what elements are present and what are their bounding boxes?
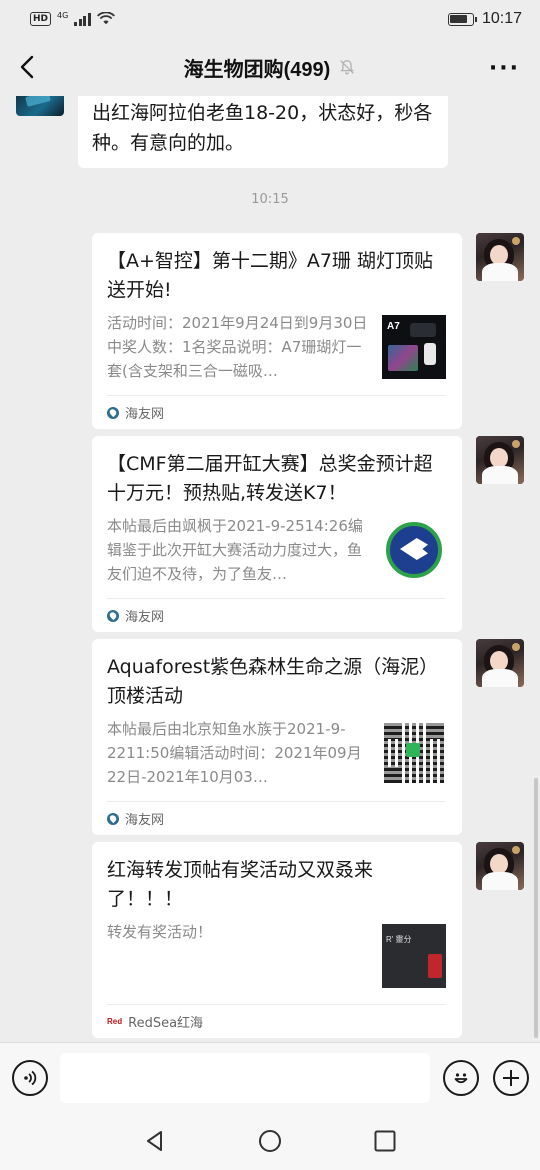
wifi-icon: [96, 12, 115, 25]
card-source: 海友网: [107, 801, 446, 835]
link-card-message[interactable]: 红海转发顶帖有奖活动又双叒来了！！！ 转发有奖活动！ R' 靈分 Red Red…: [92, 842, 462, 1038]
chat-scrollbar[interactable]: [534, 778, 538, 1038]
card-source-name: 海友网: [125, 407, 165, 422]
card-source: 海友网: [107, 598, 446, 632]
more-functions-button[interactable]: [493, 1060, 529, 1096]
sender-avatar[interactable]: [476, 842, 524, 890]
message-text-input[interactable]: [60, 1053, 430, 1103]
nav-recents-icon[interactable]: [373, 1129, 397, 1153]
card-title: 【CMF第二届开缸大赛】总奖金预计超十万元！预热贴,转发送K7！: [107, 453, 433, 504]
thumbnail-label: A7: [387, 321, 400, 332]
source-logo-icon: [107, 812, 119, 825]
source-logo-icon: [107, 609, 119, 622]
card-title: 红海转发顶帖有奖活动又双叒来了！！！: [107, 859, 374, 910]
mute-bell-icon: [340, 60, 355, 75]
voice-input-button[interactable]: [12, 1060, 48, 1096]
sender-avatar[interactable]: [476, 436, 524, 484]
nav-back-icon[interactable]: [143, 1129, 167, 1153]
redsea-logo-icon: Red: [107, 1017, 123, 1026]
card-title: 【A+智控】第十二期》A7珊 瑚灯顶贴送开始!: [107, 250, 434, 301]
nav-home-icon[interactable]: [258, 1129, 282, 1153]
hd-badge: HD: [30, 12, 52, 26]
status-time: 10:17: [481, 10, 522, 27]
message-input-bar: [0, 1042, 540, 1112]
link-card-message[interactable]: Aquaforest紫色森林生命之源（海泥）顶楼活动 本帖最后由北京知鱼水族于2…: [92, 639, 462, 835]
source-logo-icon: [107, 406, 119, 419]
card-thumbnail: A7: [382, 315, 446, 379]
card-description: 活动时间：2021年9月24日到9月30日中奖人数：1名奖品说明：A7珊瑚灯一套…: [107, 314, 368, 380]
thumbnail-label: R' 靈分: [386, 935, 412, 944]
battery-icon: [447, 12, 477, 26]
system-nav-bar: [0, 1112, 540, 1170]
card-description: 本帖最后由北京知鱼水族于2021-9-2211:50编辑活动时间：2021年09…: [107, 720, 362, 786]
network-type: 4G: [57, 10, 69, 20]
card-source-name: 海友网: [125, 610, 165, 625]
card-description: 转发有奖活动！: [107, 923, 213, 941]
card-source-name: RedSea红海: [128, 1016, 204, 1031]
time-separator: 10:15: [251, 192, 289, 207]
chat-message-list[interactable]: 出红海阿拉伯老鱼18-20，状态好，秒各种。有意向的加。 10:15 【A+智控…: [0, 96, 540, 1042]
card-thumbnail: R' 靈分: [382, 924, 446, 988]
sender-avatar[interactable]: [16, 96, 64, 116]
link-card-message[interactable]: 【A+智控】第十二期》A7珊 瑚灯顶贴送开始! 活动时间：2021年9月24日到…: [92, 233, 462, 429]
text-message-bubble[interactable]: 出红海阿拉伯老鱼18-20，状态好，秒各种。有意向的加。: [78, 96, 448, 168]
voice-icon: [24, 1070, 37, 1086]
sender-avatar[interactable]: [476, 233, 524, 281]
card-source: 海友网: [107, 395, 446, 429]
qr-code-thumbnail: [382, 721, 446, 785]
plus-icon: [503, 1070, 519, 1086]
back-icon[interactable]: [14, 52, 44, 82]
card-source: Red RedSea红海: [107, 1004, 446, 1038]
card-description: 本帖最后由飒枫于2021-9-2514:26编辑鉴于此次开缸大赛活动力度过大，鱼…: [107, 517, 363, 583]
emoji-button[interactable]: [443, 1060, 479, 1096]
signal-icon: [74, 12, 91, 26]
card-source-name: 海友网: [125, 813, 165, 828]
card-title: Aquaforest紫色森林生命之源（海泥）顶楼活动: [107, 656, 439, 707]
more-options-icon[interactable]: ···: [489, 56, 520, 81]
sender-avatar[interactable]: [476, 639, 524, 687]
card-thumbnail: [382, 518, 446, 582]
status-bar: HD 4G 10:17: [0, 0, 540, 38]
chat-header: 海生物团购(499) ···: [0, 38, 540, 96]
link-card-message[interactable]: 【CMF第二届开缸大赛】总奖金预计超十万元！预热贴,转发送K7！ 本帖最后由飒枫…: [92, 436, 462, 632]
smiley-icon: [454, 1073, 468, 1084]
chat-title: 海生物团购(499): [183, 58, 331, 81]
